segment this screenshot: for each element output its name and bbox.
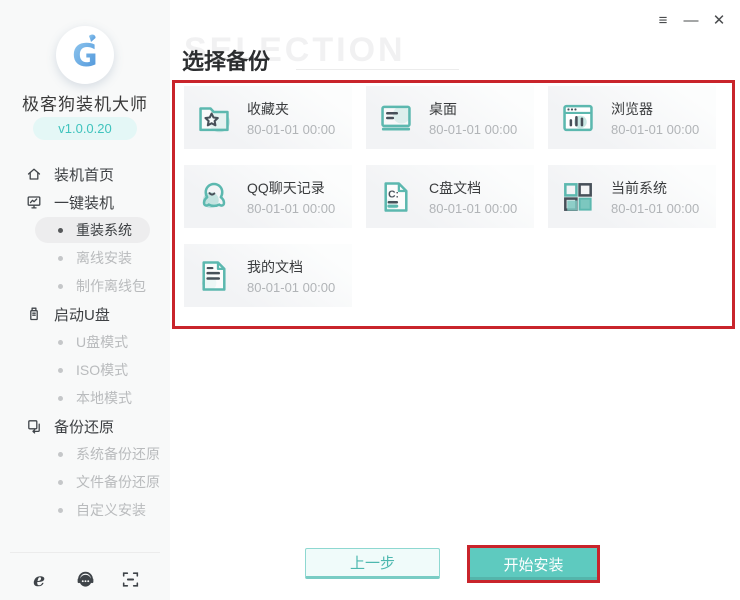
sidebar-item-make-offline-pack[interactable]: 制作离线包: [0, 272, 170, 300]
my-documents-icon: [195, 257, 233, 295]
qq-icon: [195, 178, 233, 216]
backup-card-browser[interactable]: 浏览器 80-01-01 00:00: [548, 86, 716, 149]
backup-card-c-drive-docs[interactable]: C: C盘文档 80-01-01 00:00: [366, 165, 534, 228]
card-label: 收藏夹: [247, 99, 335, 119]
card-label: 当前系统: [611, 178, 699, 198]
current-system-icon: [559, 178, 597, 216]
card-label: 浏览器: [611, 99, 699, 119]
bullet-icon: [58, 452, 63, 457]
sidebar-item-iso-mode[interactable]: ISO模式: [0, 356, 170, 384]
browser-icon: [559, 99, 597, 137]
app-name: 极客狗装机大师: [0, 90, 170, 115]
sidebar-footer: e: [0, 564, 170, 594]
version-badge: v1.0.0.20: [33, 117, 137, 140]
svg-text:G: G: [72, 38, 97, 74]
sidebar-item-label: 装机首页: [54, 164, 114, 185]
sidebar-item-label: 离线安装: [76, 248, 132, 268]
bullet-icon: [58, 228, 63, 233]
bullet-icon: [58, 340, 63, 345]
favorites-folder-icon: [195, 99, 233, 137]
page-title: 选择备份: [182, 44, 270, 76]
sidebar-divider: [10, 552, 160, 553]
c-drive-doc-icon: C:: [377, 178, 415, 216]
app-window: ≡ — ✕ G 极客狗装机大师 v1.0.0.20: [0, 0, 740, 600]
sidebar-item-local-mode[interactable]: 本地模式: [0, 384, 170, 412]
bullet-icon: [58, 480, 63, 485]
ie-browser-icon[interactable]: e: [30, 569, 51, 590]
sidebar-item-label: 重装系统: [76, 220, 132, 240]
backup-card-my-documents[interactable]: 我的文档 80-01-01 00:00: [184, 244, 352, 307]
card-timestamp: 80-01-01 00:00: [611, 201, 699, 216]
sidebar-nav: 装机首页 一键装机 重装系统 离线安装: [0, 160, 170, 524]
dog-g-logo-icon: G: [56, 26, 114, 84]
monitor-chart-icon: [26, 194, 42, 210]
close-icon[interactable]: ✕: [710, 10, 728, 30]
title-underline: [296, 69, 459, 70]
sidebar-item-backup-restore[interactable]: 备份还原: [0, 412, 170, 440]
home-icon: [26, 166, 42, 182]
sidebar-item-label: 备份还原: [54, 416, 114, 437]
sidebar-item-label: 自定义安装: [76, 500, 146, 520]
card-label: 桌面: [429, 99, 517, 119]
sidebar-item-usb-mode[interactable]: U盘模式: [0, 328, 170, 356]
sidebar-item-label: 本地模式: [76, 388, 132, 408]
sidebar-item-offline-install[interactable]: 离线安装: [0, 244, 170, 272]
backup-card-current-system[interactable]: 当前系统 80-01-01 00:00: [548, 165, 716, 228]
card-timestamp: 80-01-01 00:00: [247, 280, 335, 295]
usb-drive-icon: [26, 306, 42, 322]
sidebar-item-label: U盘模式: [76, 332, 128, 352]
sidebar-item-reinstall-system[interactable]: 重装系统: [0, 216, 170, 244]
card-timestamp: 80-01-01 00:00: [247, 201, 335, 216]
support-headset-icon[interactable]: [75, 569, 96, 590]
menu-icon[interactable]: ≡: [654, 10, 672, 30]
card-timestamp: 80-01-01 00:00: [611, 122, 699, 137]
sidebar-item-file-backup-restore[interactable]: 文件备份还原: [0, 468, 170, 496]
bullet-icon: [58, 256, 63, 261]
card-label: 我的文档: [247, 257, 335, 277]
card-timestamp: 80-01-01 00:00: [429, 122, 517, 137]
sidebar-item-custom-install[interactable]: 自定义安装: [0, 496, 170, 524]
backup-card-desktop[interactable]: 桌面 80-01-01 00:00: [366, 86, 534, 149]
sidebar-item-label: 系统备份还原: [76, 444, 160, 464]
card-label: C盘文档: [429, 178, 517, 198]
card-timestamp: 80-01-01 00:00: [247, 122, 335, 137]
svg-text:e: e: [33, 569, 45, 590]
sidebar-item-label: ISO模式: [76, 360, 128, 380]
sidebar-item-label: 一键装机: [54, 192, 114, 213]
sidebar-item-label: 文件备份还原: [76, 472, 160, 492]
backup-card-favorites[interactable]: 收藏夹 80-01-01 00:00: [184, 86, 352, 149]
sidebar-item-home[interactable]: 装机首页: [0, 160, 170, 188]
card-label: QQ聊天记录: [247, 178, 335, 198]
app-logo: G: [56, 26, 114, 84]
sidebar-item-label: 制作离线包: [76, 276, 146, 296]
sidebar-item-label: 启动U盘: [54, 304, 110, 325]
desktop-icon: [377, 99, 415, 137]
sidebar-item-one-key-install[interactable]: 一键装机: [0, 188, 170, 216]
bullet-icon: [58, 396, 63, 401]
sidebar-item-boot-usb[interactable]: 启动U盘: [0, 300, 170, 328]
minimize-icon[interactable]: —: [682, 10, 700, 30]
sidebar: G 极客狗装机大师 v1.0.0.20 装机首页: [0, 0, 170, 600]
bullet-icon: [58, 508, 63, 513]
sidebar-item-system-backup-restore[interactable]: 系统备份还原: [0, 440, 170, 468]
backup-card-qq-history[interactable]: QQ聊天记录 80-01-01 00:00: [184, 165, 352, 228]
card-timestamp: 80-01-01 00:00: [429, 201, 517, 216]
qr-scan-icon[interactable]: [120, 569, 141, 590]
window-controls: ≡ — ✕: [654, 10, 728, 30]
bullet-icon: [58, 284, 63, 289]
bullet-icon: [58, 368, 63, 373]
backup-card-grid: 收藏夹 80-01-01 00:00 桌面 80-01-01 00:00: [184, 86, 716, 307]
previous-step-button[interactable]: 上一步: [305, 548, 440, 579]
svg-text:C:: C:: [388, 189, 399, 200]
start-install-button[interactable]: 开始安装: [467, 545, 600, 583]
backup-restore-icon: [26, 418, 42, 434]
